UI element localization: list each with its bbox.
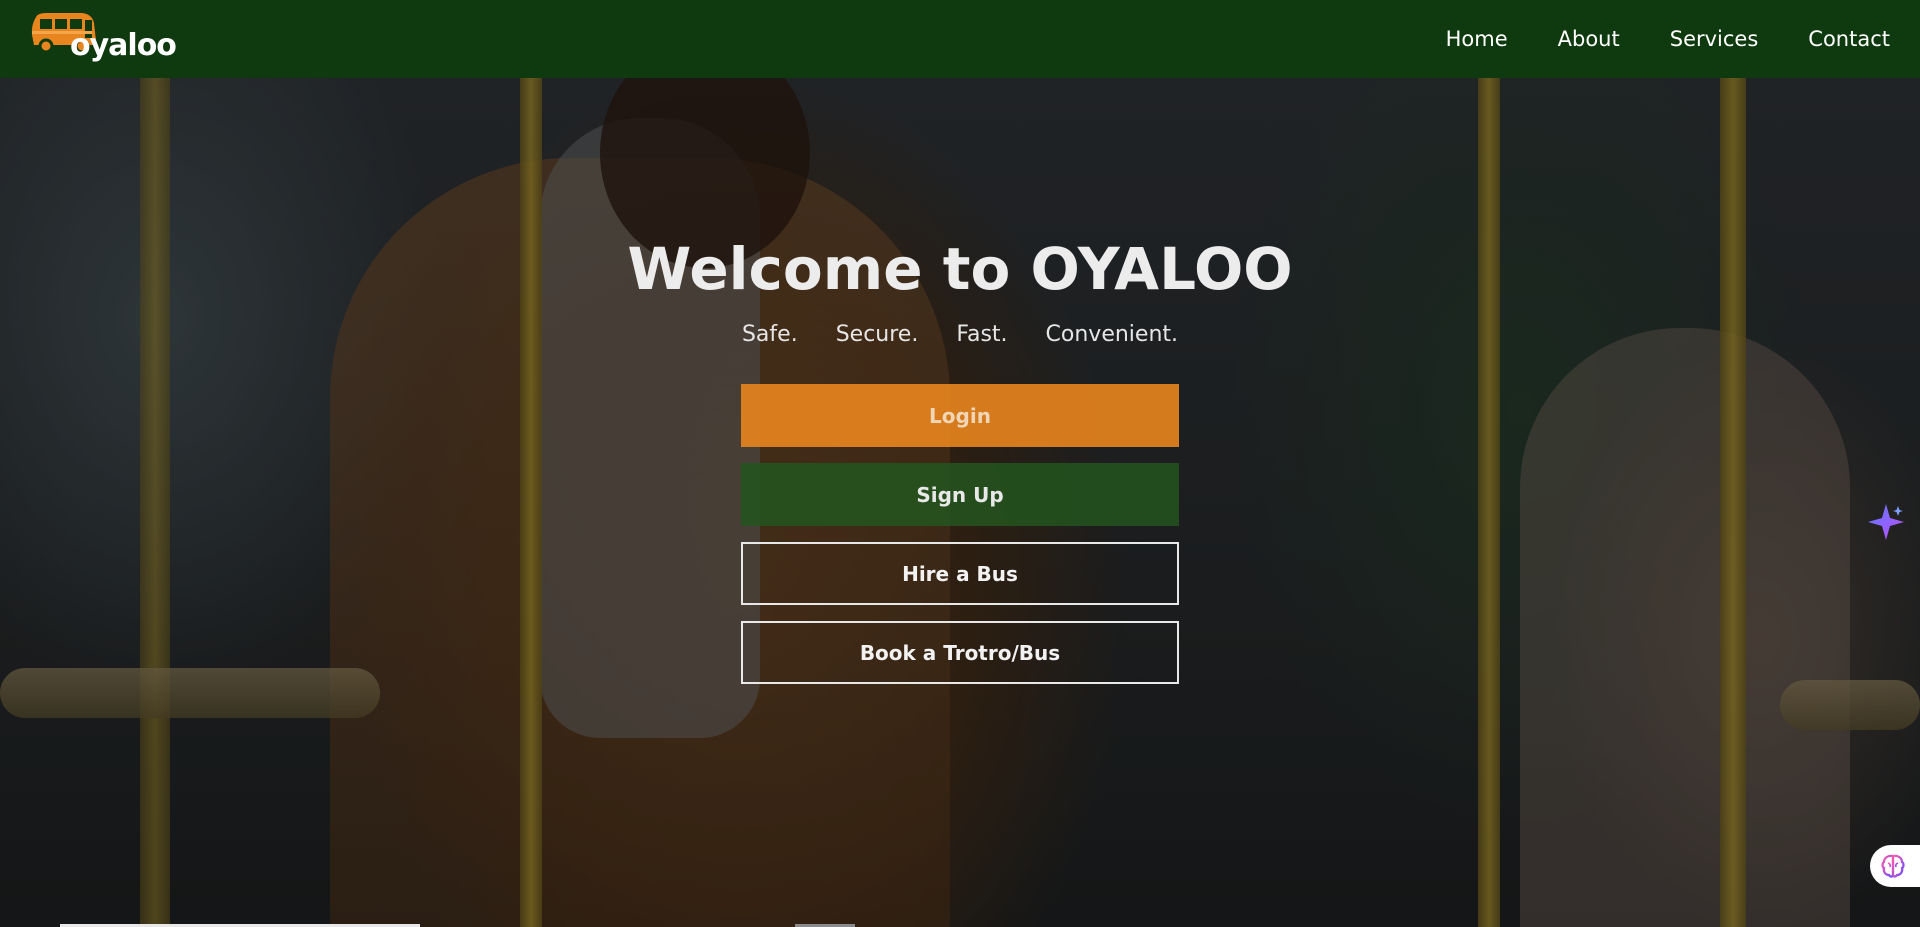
hire-bus-button[interactable]: Hire a Bus — [741, 542, 1179, 605]
signup-button[interactable]: Sign Up — [741, 463, 1179, 526]
brain-icon — [1881, 854, 1905, 878]
nav-contact-link[interactable]: Contact — [1808, 27, 1890, 51]
login-button[interactable]: Login — [741, 384, 1179, 447]
tagline-secure: Secure. — [835, 322, 919, 347]
nav-services-link[interactable]: Services — [1670, 27, 1759, 51]
tagline-safe: Safe. — [741, 322, 798, 347]
navbar: oyaloo Home About Services Contact — [0, 0, 1920, 78]
logo-text: oyaloo — [70, 28, 177, 63]
tagline-fast: Fast. — [956, 322, 1008, 347]
sparkle-icon[interactable] — [1866, 502, 1906, 542]
assistant-widget[interactable] — [1870, 845, 1920, 887]
nav-about-link[interactable]: About — [1558, 27, 1620, 51]
book-trotro-button[interactable]: Book a Trotro/Bus — [741, 621, 1179, 684]
tagline-convenient: Convenient. — [1045, 322, 1179, 347]
nav-home-link[interactable]: Home — [1446, 27, 1508, 51]
logo[interactable]: oyaloo — [30, 4, 177, 74]
hero-title: Welcome to OYALOO — [627, 235, 1293, 303]
hero-taglines: Safe. Secure. Fast. Convenient. — [0, 322, 1920, 347]
main-nav: Home About Services Contact — [1446, 27, 1890, 51]
